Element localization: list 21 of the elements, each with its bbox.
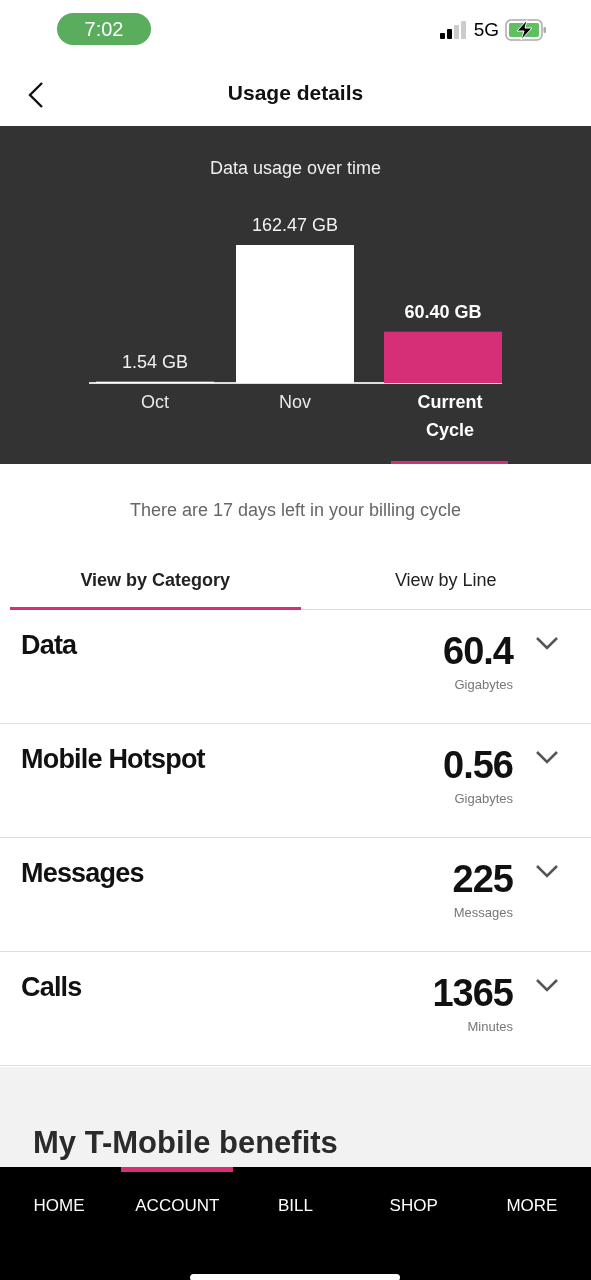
- value-label: 1.54 GB: [122, 351, 188, 373]
- category-name: Data: [21, 630, 79, 661]
- usage-unit: Gigabytes: [454, 791, 513, 806]
- section-title: My T-Mobile benefits: [33, 1125, 338, 1161]
- network-label: 5G: [473, 19, 499, 41]
- billing-note: There are 17 days left in your billing cycle: [129, 500, 462, 521]
- usage-value: 1365: [432, 972, 513, 1014]
- category-name: Mobile Hotspot: [21, 744, 207, 775]
- clock: 7:02: [57, 13, 151, 45]
- value-label: 60.40 GB: [404, 301, 482, 323]
- usage-value: 60.4: [443, 630, 513, 672]
- chart-title: Data usage over time: [209, 158, 382, 179]
- page-title: Usage details: [227, 81, 364, 105]
- value-label: 162.47 GB: [251, 215, 339, 236]
- usage-value: 0.56: [443, 744, 513, 786]
- category-name: Calls: [21, 972, 83, 1003]
- category-name: Messages: [21, 858, 145, 889]
- usage-value: 225: [452, 858, 513, 900]
- usage-unit: Minutes: [467, 1019, 513, 1034]
- usage-unit: Messages: [453, 905, 513, 920]
- usage-unit: Gigabytes: [454, 677, 513, 692]
